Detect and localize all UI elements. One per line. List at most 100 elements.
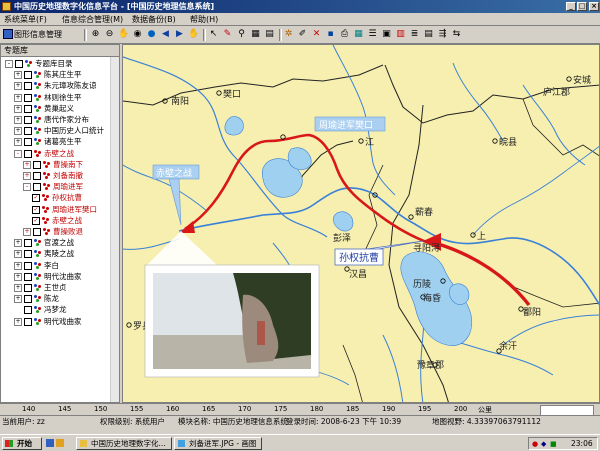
tree-checkbox[interactable]: ✓ [32,194,40,203]
map-canvas[interactable]: 南阳 樊口 江 庐江郡 皖县 蕲春 寻阳 上 历陵 海昏 豫章郡 余汗 鄱阳 罗… [123,45,600,403]
identify-icon[interactable]: ✎ [222,29,233,40]
expand-icon[interactable]: + [14,138,22,147]
tree-checkbox[interactable] [33,160,41,169]
tree-checkbox[interactable]: ✓ [32,216,40,225]
zoom-in-icon[interactable]: ⊕ [90,29,101,40]
tray-icon[interactable]: ● [532,440,538,448]
tree-checkbox[interactable] [24,317,32,326]
forward-arrow-icon[interactable]: ▶ [174,29,185,40]
tree-item[interactable]: + 曹操败退 [23,227,83,237]
tree-item[interactable]: + 官渡之战 [14,238,74,248]
legend-icon[interactable]: ▤ [423,29,434,40]
expand-icon[interactable]: + [14,116,22,124]
tree-checkbox[interactable] [24,93,32,102]
expand-icon[interactable]: + [23,160,31,169]
expand-icon[interactable]: + [14,261,22,270]
print-icon[interactable]: ⎙ [339,29,350,40]
tray-icon[interactable]: ◆ [541,440,546,448]
layer-icon[interactable]: ▤ [264,29,275,40]
tree-item[interactable]: + 明代戏曲家 [14,317,82,327]
tree-checkbox[interactable] [33,183,41,192]
pan-hand-icon[interactable]: ✋ [118,29,129,40]
tree-checkbox[interactable] [24,71,32,80]
expand-icon[interactable]: + [14,93,22,102]
tree-item[interactable]: ✓ 孙权抗曹 [32,193,82,203]
tree-item[interactable]: - 专题库目录 [5,59,73,69]
tree-checkbox[interactable] [33,172,41,180]
tree-checkbox[interactable] [24,295,32,304]
tree-item[interactable]: + 夷陵之战 [14,249,74,259]
back-arrow-icon[interactable]: ◀ [160,29,171,40]
query-icon[interactable]: ▣ [381,29,392,40]
tree-checkbox[interactable] [24,284,32,292]
tree-checkbox[interactable] [24,272,32,281]
tree-checkbox[interactable] [24,239,32,248]
list-icon[interactable]: ☰ [367,29,378,40]
tree-item[interactable]: + 中国历史人口统计 [14,126,104,136]
tree-checkbox[interactable] [15,60,23,68]
tree-checkbox[interactable] [33,228,41,236]
tree-scrollbar[interactable] [110,57,119,402]
expand-icon[interactable]: + [14,104,22,113]
expand-icon[interactable]: + [14,71,22,80]
tree-item[interactable]: + 黄巢起义 [14,104,74,114]
expand-icon[interactable]: + [14,127,22,136]
ie-icon[interactable] [46,439,54,447]
tree-item[interactable]: + 唐代作家分布 [14,115,89,125]
edit-icon[interactable]: ✐ [297,29,308,40]
tree-item[interactable]: + 王世贞 [14,283,67,293]
tree-checkbox[interactable] [24,104,32,113]
desktop-icon[interactable] [56,439,64,447]
tree-item[interactable]: + 朱元璋攻陈友谅 [14,81,97,91]
menu-help[interactable]: 帮助(H) [190,14,218,25]
settings-gear-icon[interactable]: ✲ [283,29,294,40]
menu-data-backup[interactable]: 数据备份(B) [132,14,176,25]
collapse-icon[interactable]: - [5,60,13,68]
chart-icon[interactable]: ▥ [395,29,406,40]
tree-checkbox[interactable] [24,306,32,315]
expand-icon[interactable]: + [14,272,22,281]
globe-icon[interactable]: ● [146,29,157,40]
tree-item[interactable]: + 陈其庄生平 [14,70,82,80]
tree-item[interactable]: + 明代沈曲家 [14,272,82,282]
tree-item[interactable]: ✓ 赤壁之战 [32,216,82,226]
menu-info-management[interactable]: 信息综合管理(M) [62,14,123,25]
minimize-button[interactable]: _ [566,2,576,11]
table-icon[interactable]: ▦ [250,29,261,40]
layers-stack-icon[interactable]: ≣ [409,29,420,40]
tray-icon[interactable]: ■ [550,440,557,448]
expand-icon[interactable]: + [14,82,22,91]
expand-icon[interactable]: + [23,172,31,180]
maximize-button[interactable]: □ [577,2,587,11]
expand-icon[interactable]: + [14,284,22,292]
expand-icon[interactable]: + [14,239,22,248]
tree-item[interactable]: 冯梦龙 [14,305,67,315]
zoom-out-icon[interactable]: ⊖ [104,29,115,40]
tree-checkbox[interactable] [24,261,32,270]
tree-checkbox[interactable] [24,149,32,158]
tree-item[interactable]: + 曹操南下 [23,160,83,170]
tree-item[interactable]: + 陈龙 [14,294,59,304]
save-icon[interactable]: ▪ [325,29,336,40]
map-view[interactable]: 南阳 樊口 江 庐江郡 皖县 蕲春 寻阳 上 历陵 海昏 豫章郡 余汗 鄱阳 罗… [122,44,600,403]
menu-system[interactable]: 系统菜单(F) [4,14,47,25]
export-icon[interactable]: ⇶ [437,29,448,40]
delete-x-icon[interactable]: ✕ [311,29,322,40]
expand-icon[interactable]: + [23,228,31,236]
graphic-info-tab[interactable]: 图形信息管理 [14,29,62,40]
measure-icon[interactable]: ⚲ [236,29,247,40]
full-extent-icon[interactable]: ◉ [132,29,143,40]
tree-checkbox[interactable] [24,250,32,259]
grid-icon[interactable]: ▦ [353,29,364,40]
tree-item[interactable]: - 周瑜进军 [23,182,83,192]
tree-item[interactable]: + 诸葛亮生平 [14,137,82,147]
import-icon[interactable]: ⇆ [451,29,462,40]
select-arrow-icon[interactable]: ↖ [208,29,219,40]
expand-icon[interactable]: + [14,317,22,326]
expand-icon[interactable]: + [14,295,22,304]
collapse-icon[interactable]: - [23,183,31,192]
close-button[interactable]: × [589,2,599,11]
refresh-icon[interactable]: ✋ [188,29,199,40]
tree-item[interactable]: - 赤壁之战 [14,149,74,159]
collapse-icon[interactable]: - [14,149,22,158]
